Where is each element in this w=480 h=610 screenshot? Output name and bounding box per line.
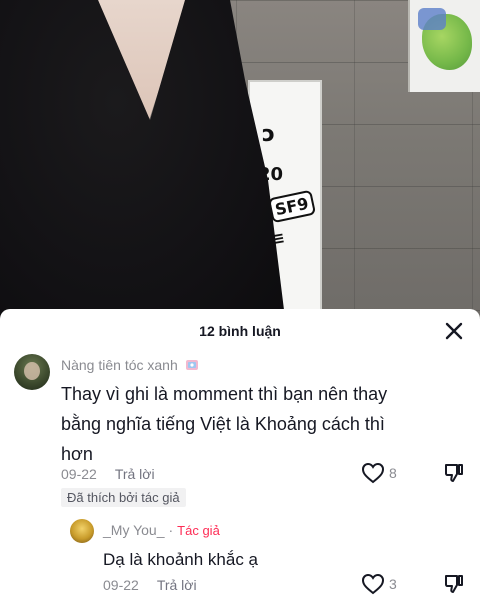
liked-by-author-badge: Đã thích bởi tác giả bbox=[61, 488, 186, 507]
reply-date: 09-22 bbox=[103, 577, 139, 593]
comment-username[interactable]: Nàng tiên tóc xanh bbox=[61, 357, 199, 375]
author-tag: Tác giả bbox=[177, 523, 220, 538]
comment-meta: 09-22 Trả lời bbox=[61, 466, 155, 482]
dislike-icon[interactable] bbox=[443, 573, 465, 595]
separator: · bbox=[168, 522, 174, 538]
like-count: 3 bbox=[389, 576, 397, 592]
poster-graphic-blue bbox=[418, 8, 446, 30]
comment-date: 09-22 bbox=[61, 466, 97, 482]
wall-poster bbox=[408, 0, 480, 92]
avatar[interactable] bbox=[70, 519, 94, 543]
heart-icon[interactable] bbox=[361, 462, 385, 484]
close-icon[interactable] bbox=[444, 321, 464, 341]
comments-count-title: 12 bình luận bbox=[199, 323, 281, 339]
reply-username[interactable]: _My You_ · Tác giả bbox=[103, 522, 220, 538]
like-button[interactable]: 8 bbox=[361, 462, 397, 484]
avatar[interactable] bbox=[14, 354, 50, 390]
comment-text: Thay vì ghi là momment thì bạn nên thay … bbox=[61, 384, 388, 464]
sparkle-sticker-icon bbox=[185, 358, 199, 375]
person-in-video bbox=[0, 0, 290, 318]
dislike-icon[interactable] bbox=[443, 462, 465, 484]
reply-meta: 09-22 Trả lời bbox=[103, 577, 197, 593]
reply-button[interactable]: Trả lời bbox=[115, 466, 155, 482]
reply-button[interactable]: Trả lời bbox=[157, 577, 197, 593]
video-frame[interactable]: ɔ 20 SF9 ≡≡ bbox=[0, 0, 480, 318]
like-button[interactable]: 3 bbox=[361, 573, 397, 595]
username-text[interactable]: Nàng tiên tóc xanh bbox=[61, 357, 178, 373]
comments-sheet: 12 bình luận Nàng tiên tóc xanh Thay vì … bbox=[0, 309, 480, 610]
username-text[interactable]: _My You_ bbox=[103, 522, 165, 538]
like-count: 8 bbox=[389, 465, 397, 481]
reply-text: Dạ là khoảnh khắc ạ bbox=[103, 550, 258, 569]
heart-icon[interactable] bbox=[361, 573, 385, 595]
comments-header: 12 bình luận bbox=[0, 309, 480, 353]
